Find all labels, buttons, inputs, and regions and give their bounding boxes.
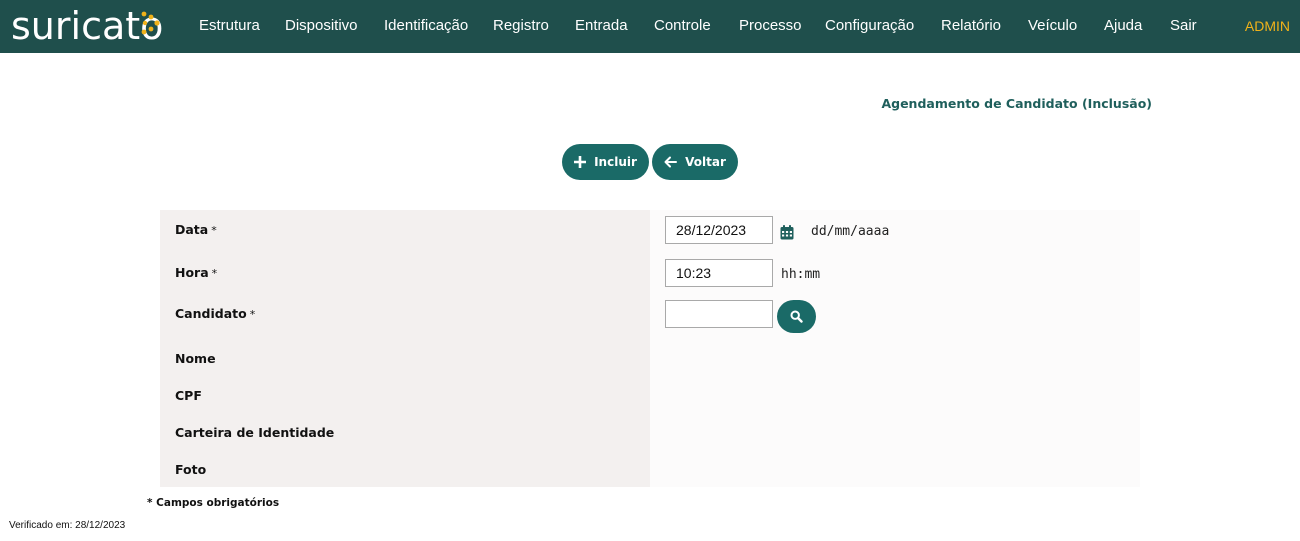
main-menu: Estrutura Dispositivo Identificação Regi…	[0, 0, 1300, 53]
incluir-button[interactable]: Incluir	[562, 144, 649, 180]
nav-item-estrutura[interactable]: Estrutura	[199, 17, 260, 34]
data-format-hint: dd/mm/aaaa	[811, 224, 890, 239]
voltar-button[interactable]: Voltar	[652, 144, 738, 180]
foto-label: Foto	[175, 462, 207, 477]
candidato-label: Candidato *	[175, 306, 255, 321]
form-label-column	[160, 210, 650, 487]
nav-item-configuracao[interactable]: Configuração	[825, 17, 914, 34]
nav-item-registro[interactable]: Registro	[493, 17, 549, 34]
verified-date: Verificado em: 28/12/2023	[9, 520, 126, 531]
data-label: Data *	[175, 222, 217, 237]
required-fields-note: * Campos obrigatórios	[147, 497, 280, 509]
hora-label-text: Hora	[175, 265, 209, 280]
candidato-search-button[interactable]	[777, 300, 816, 333]
top-navbar: suricato Estrutura Dispositivo Identific…	[0, 0, 1300, 53]
required-mark: *	[249, 308, 256, 321]
incluir-label: Incluir	[594, 155, 637, 169]
data-input[interactable]	[665, 216, 773, 244]
arrow-left-icon	[664, 156, 678, 168]
candidato-input[interactable]	[665, 300, 773, 328]
form-value-column	[650, 210, 1140, 487]
carteira-identidade-label: Carteira de Identidade	[175, 425, 335, 440]
user-name[interactable]: ADMIN	[1245, 18, 1290, 34]
nav-item-controle[interactable]: Controle	[654, 17, 711, 34]
page-title: Agendamento de Candidato (Inclusão)	[881, 96, 1152, 111]
hora-label: Hora *	[175, 265, 217, 280]
candidato-label-text: Candidato	[175, 306, 247, 321]
plus-icon	[574, 156, 587, 168]
nav-item-identificacao[interactable]: Identificação	[384, 17, 468, 34]
nav-item-dispositivo[interactable]: Dispositivo	[285, 17, 358, 34]
required-mark: *	[211, 224, 217, 237]
data-label-text: Data	[175, 222, 209, 237]
voltar-label: Voltar	[685, 155, 726, 169]
nav-item-sair[interactable]: Sair	[1170, 17, 1197, 34]
nav-item-entrada[interactable]: Entrada	[575, 17, 628, 34]
nav-item-processo[interactable]: Processo	[739, 17, 802, 34]
hora-format-hint: hh:mm	[781, 267, 821, 282]
calendar-icon[interactable]	[780, 225, 794, 240]
nav-item-veiculo[interactable]: Veículo	[1028, 17, 1077, 34]
nome-label: Nome	[175, 351, 216, 366]
cpf-label: CPF	[175, 388, 202, 403]
required-mark: *	[211, 267, 218, 280]
search-icon	[790, 310, 803, 323]
hora-input[interactable]	[665, 259, 773, 287]
nav-item-relatorio[interactable]: Relatório	[941, 17, 1001, 34]
nav-item-ajuda[interactable]: Ajuda	[1104, 17, 1142, 34]
